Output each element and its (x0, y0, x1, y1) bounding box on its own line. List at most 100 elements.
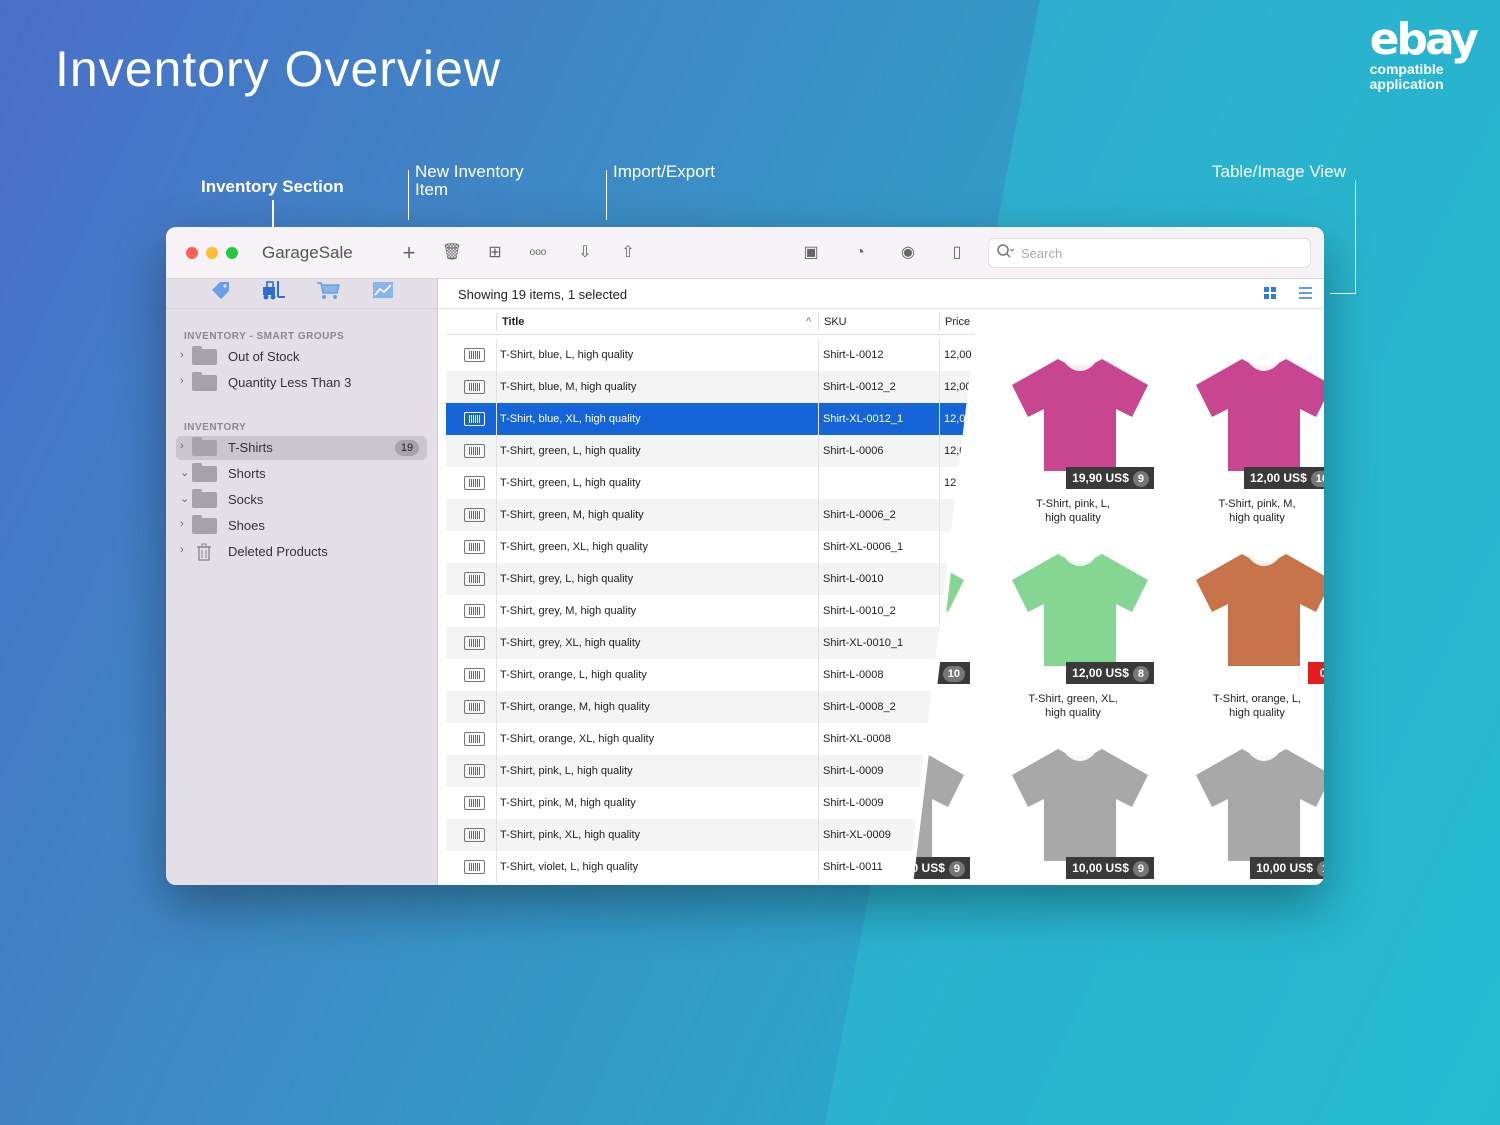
trash-icon (196, 543, 212, 566)
cell-title: T-Shirt, violet, L, high quality (500, 861, 639, 873)
product-title: T-Shirt, pink, M, high quality (1172, 497, 1324, 525)
column-separator (818, 723, 819, 755)
image-icon[interactable]: ▣ (800, 242, 822, 264)
column-separator (939, 467, 940, 499)
smart-group-label: Out of Stock (228, 349, 300, 364)
tag-icon[interactable] (206, 279, 236, 309)
sort-ascending-icon[interactable]: ^ (806, 316, 811, 328)
product-card[interactable]: 10,00 US$9T-Shirt, grey, M,high quality (988, 733, 1158, 885)
product-title-line2: high quality (1229, 707, 1285, 719)
grid-view-icon[interactable] (1262, 286, 1278, 302)
price-label: 10,00 US$ (1256, 861, 1313, 875)
column-separator (939, 313, 940, 331)
account-icon[interactable]: ◉ (897, 242, 919, 264)
cell-title: T-Shirt, blue, XL, high quality (500, 413, 641, 425)
list-view-icon[interactable] (1297, 286, 1313, 302)
product-title: T-Shirt, pink, L, high quality (988, 497, 1158, 525)
more-button[interactable]: ooo (527, 242, 549, 264)
sidebar-item-socks[interactable]: ⌄ Socks (176, 488, 427, 512)
cell-sku: Shirt-XL-0008 (823, 733, 891, 745)
t-shirt-image (1012, 749, 1148, 861)
sidebar-item-deleted-products[interactable]: › Deleted Products (176, 540, 427, 564)
barcode-icon (464, 444, 485, 458)
cell-price: 12,00 (944, 413, 972, 425)
chevron-right-icon: › (180, 518, 184, 530)
product-card[interactable]: 19,90 US$ 9 T-Shirt, pink, L, high quality (988, 343, 1158, 525)
barcode-icon (464, 412, 485, 426)
barcode-icon (464, 732, 485, 746)
search-icon (997, 244, 1015, 263)
search-input[interactable]: Search (1021, 246, 1062, 261)
smart-group-out-of-stock[interactable]: › Out of Stock (176, 345, 427, 369)
column-separator (818, 659, 819, 691)
cell-sku: Shirt-L-0010 (823, 573, 884, 585)
barcode-icon (464, 700, 485, 714)
price-tag: 10,00 US$1 (1250, 857, 1324, 879)
product-card[interactable]: 12,00 US$ 8 T-Shirt, green, XL, high qualit… (988, 538, 1158, 720)
smart-group-quantity-less-than-3[interactable]: › Quantity Less Than 3 (176, 371, 427, 395)
quantity-badge: 1 (1316, 861, 1324, 877)
alarm-icon[interactable]: ◔ (849, 242, 871, 264)
column-separator (939, 531, 940, 563)
sidebar-item-shoes[interactable]: › Shoes (176, 514, 427, 538)
product-card[interactable]: 0 T-Shirt, orange, L, high quality (1172, 538, 1324, 719)
price-label: 00 US$ (904, 861, 945, 875)
column-header-price[interactable]: Price (945, 316, 970, 328)
chevron-right-icon: › (180, 375, 184, 387)
column-header-sku[interactable]: SKU (824, 316, 847, 328)
app-window: GarageSale + 🗑 ⊞ ooo ⇩ ⇧ ▣ ◔ ◉ ▯ Search (166, 227, 1324, 885)
chevron-right-icon: › (180, 440, 184, 452)
product-title: T-Shirt, green, XL, high quality (988, 692, 1158, 720)
barcode-icon (464, 796, 485, 810)
sidebar-toggle-icon[interactable]: ▯ (946, 242, 968, 264)
chevron-right-icon: › (180, 544, 184, 556)
smart-folder-icon (192, 372, 217, 391)
export-button[interactable]: ⇧ (617, 242, 639, 264)
chevron-right-icon: › (180, 349, 184, 361)
price-tag: 10 (932, 662, 970, 684)
column-separator (939, 563, 940, 595)
column-separator (818, 403, 819, 435)
inventory-heading: INVENTORY (184, 422, 247, 433)
cell-sku: Shirt-L-0006 (823, 445, 884, 457)
barcode-icon (464, 572, 485, 586)
sidebar-item-label: Shorts (228, 466, 266, 481)
titlebar: GarageSale + 🗑 ⊞ ooo ⇩ ⇧ ▣ ◔ ◉ ▯ Search (166, 227, 1324, 279)
column-header-title[interactable]: Title (502, 316, 524, 328)
barcode-icon (464, 508, 485, 522)
import-button[interactable]: ⇩ (574, 242, 596, 264)
column-separator (496, 403, 497, 435)
product-title-line2: high quality (1229, 512, 1285, 524)
delete-button[interactable]: 🗑 (441, 242, 463, 264)
column-separator (818, 819, 819, 851)
count-badge: 19 (395, 440, 419, 456)
price-tag: 12,00 US$10 (1244, 467, 1324, 489)
cart-icon[interactable] (313, 279, 343, 309)
new-item-button[interactable]: + (398, 242, 420, 264)
barcode-icon (464, 604, 485, 618)
column-separator (496, 851, 497, 883)
cell-sku: Shirt-L-0006_2 (823, 509, 896, 521)
status-bar: Showing 19 items, 1 selected (438, 279, 1324, 309)
cell-sku: Shirt-L-0012_2 (823, 381, 896, 393)
sidebar-item-shorts[interactable]: ⌄ Shorts (176, 462, 427, 486)
quantity-badge: 9 (1132, 861, 1149, 877)
product-title-line1: T-Shirt, green, XL, (1028, 693, 1118, 705)
duplicate-button[interactable]: ⊞ (484, 242, 506, 264)
product-card[interactable]: 10,00 US$1T-Shirt, grey, XL,high quality (1172, 733, 1324, 885)
search-field[interactable]: Search (988, 238, 1311, 268)
smart-folder-icon (192, 346, 217, 365)
barcode-icon (464, 348, 485, 362)
column-separator (496, 691, 497, 723)
sidebar-item-label: Deleted Products (228, 544, 328, 559)
close-window-button[interactable] (186, 247, 198, 259)
sidebar-item-t-shirts[interactable]: › T-Shirts 19 (176, 436, 427, 460)
zoom-window-button[interactable] (226, 247, 238, 259)
price-tag: 12,00 US$ 8 (1066, 662, 1154, 684)
chart-icon[interactable] (368, 279, 398, 309)
product-card[interactable]: 12,00 US$10 T-Shirt, pink, M, high quality (1172, 343, 1324, 525)
callout-line (408, 170, 409, 220)
minimize-window-button[interactable] (206, 247, 218, 259)
forklift-icon[interactable] (259, 279, 289, 309)
cell-title: T-Shirt, orange, L, high quality (500, 669, 647, 681)
